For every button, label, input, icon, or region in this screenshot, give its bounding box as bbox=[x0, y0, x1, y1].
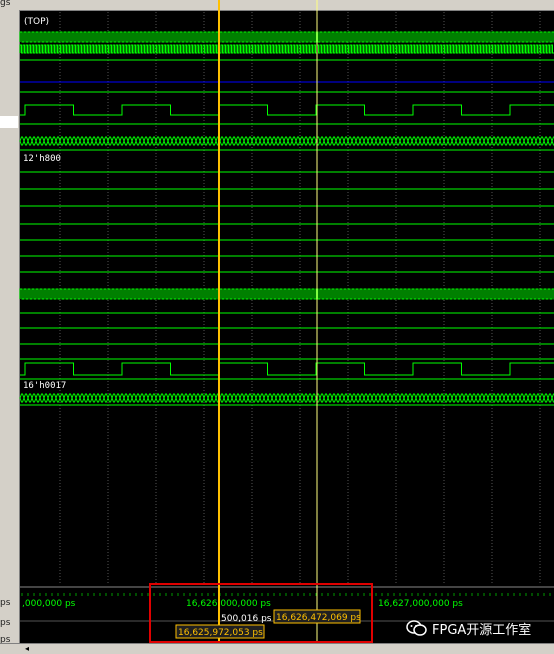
waveform-viewer: gs ps ps ps (TOP) 12'h800 16'h0017 ,000,… bbox=[0, 0, 554, 654]
bus-trace-1 bbox=[19, 136, 554, 146]
slow-square-trace-2 bbox=[20, 362, 554, 376]
bus-trace-2 bbox=[19, 393, 554, 403]
ruler-tick-label-1: ,000,000 ps bbox=[22, 599, 76, 609]
signal-traces bbox=[19, 31, 554, 406]
ruler-ticks bbox=[21, 593, 551, 596]
ruler-tick-label-2: 16,626,000,000 ps bbox=[186, 599, 271, 609]
bus-value-label-1: 12'h800 bbox=[23, 154, 61, 164]
clock-trace-2 bbox=[19, 44, 554, 54]
waveform-canvas[interactable]: (TOP) 12'h800 16'h0017 ,000,000 ps 16,62… bbox=[0, 0, 554, 653]
scope-label: (TOP) bbox=[24, 17, 49, 27]
cursor-a-time: 16,625,972,053 ps bbox=[178, 628, 263, 638]
cursor-delta-label: 500,016 ps bbox=[221, 614, 272, 624]
clock-trace-1 bbox=[19, 31, 554, 43]
watermark-text: FPGA开源工作室 bbox=[432, 622, 532, 638]
horizontal-scrollbar[interactable]: ◂ bbox=[0, 643, 554, 654]
cursor-b-time: 16,626,472,069 ps bbox=[276, 613, 361, 623]
watermark: FPGA开源工作室 bbox=[406, 619, 532, 638]
clock-trace-3 bbox=[19, 288, 554, 300]
wechat-icon bbox=[406, 620, 427, 636]
slow-square-trace-1 bbox=[20, 104, 554, 116]
ruler-tick-label-3: 16,627,000,000 ps bbox=[378, 599, 463, 609]
bus-value-label-2: 16'h0017 bbox=[23, 381, 66, 391]
